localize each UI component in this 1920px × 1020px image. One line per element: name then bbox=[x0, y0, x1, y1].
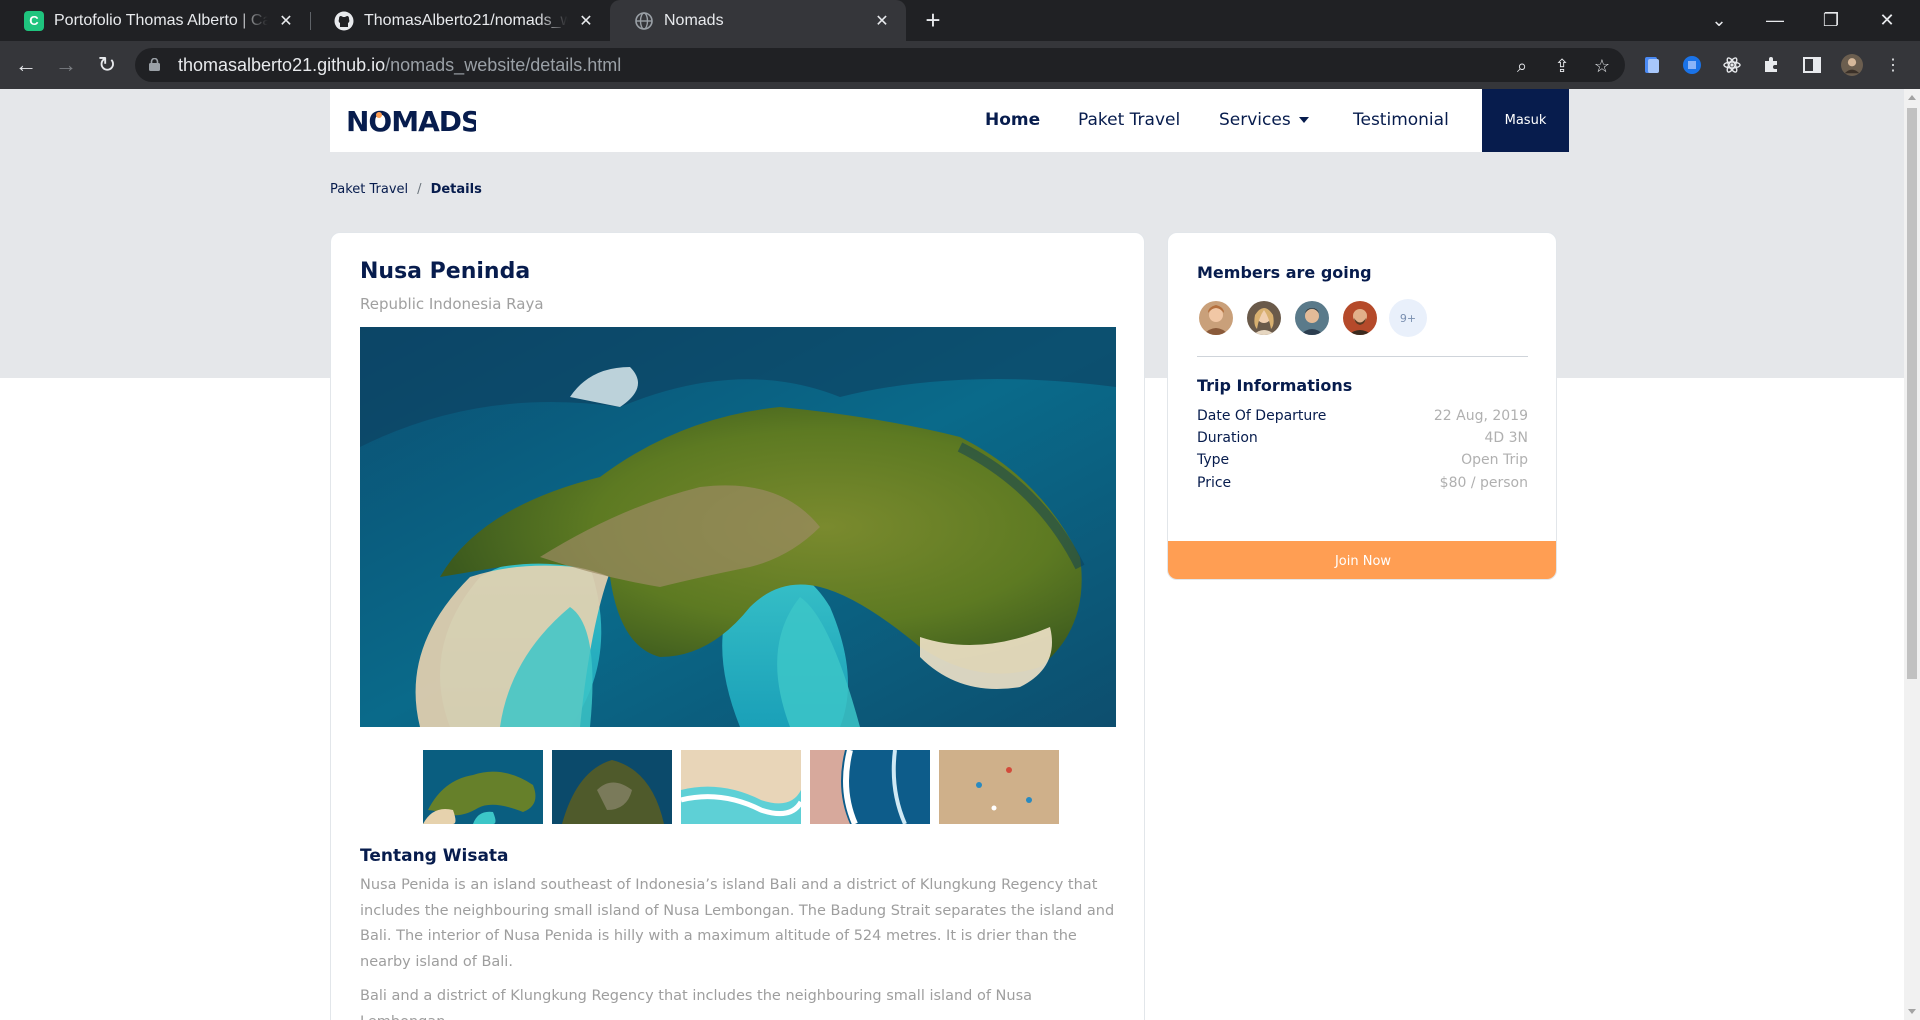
about-paragraph-2: Bali and a district of Klungkung Regency… bbox=[360, 988, 1033, 1020]
nav-services-label: Services bbox=[1219, 110, 1291, 130]
tab-title: Nomads bbox=[664, 11, 724, 29]
browser-tab-nomads[interactable]: Nomads ✕ bbox=[610, 0, 906, 41]
back-icon[interactable]: ← bbox=[12, 51, 40, 79]
breadcrumb: Paket Travel / Details bbox=[330, 182, 482, 197]
divider bbox=[1197, 356, 1528, 357]
address-bar[interactable]: thomasalberto21.github.io/nomads_website… bbox=[135, 48, 1625, 82]
trip-label: Type bbox=[1197, 452, 1230, 468]
nomads-logo[interactable]: NOMADS bbox=[346, 105, 476, 137]
tab-title: ThomasAlberto21/nomads_website bbox=[364, 11, 568, 29]
avatar bbox=[1341, 299, 1379, 337]
new-tab-icon[interactable]: + bbox=[920, 7, 946, 34]
member-avatars: 9+ bbox=[1197, 299, 1427, 337]
gallery-thumb-5[interactable] bbox=[939, 750, 1068, 824]
breadcrumb-separator: / bbox=[417, 182, 422, 197]
browser-toolbar: ← → ↻ thomasalberto21.github.io/nomads_w… bbox=[0, 41, 1920, 89]
trip-row-duration: Duration 4D 3N bbox=[1197, 430, 1528, 452]
github-icon bbox=[334, 11, 354, 31]
globe-icon bbox=[634, 11, 654, 31]
trip-row-price: Price $80 / person bbox=[1197, 475, 1528, 497]
place-subtitle: Republic Indonesia Raya bbox=[360, 295, 544, 313]
breadcrumb-current: Details bbox=[430, 182, 482, 197]
nav-home[interactable]: Home bbox=[985, 110, 1040, 130]
extension-docs-icon[interactable] bbox=[1641, 54, 1663, 76]
trip-card: Members are going 9+ Trip Informations D… bbox=[1167, 232, 1557, 580]
page-viewport: NOMADS Home Paket Travel Services Testim… bbox=[0, 89, 1904, 1020]
gallery-thumbnails bbox=[423, 750, 1068, 824]
tab-search-icon[interactable]: ⌄ bbox=[1691, 0, 1747, 41]
extension-react-icon[interactable] bbox=[1721, 54, 1743, 76]
trip-row-type: Type Open Trip bbox=[1197, 452, 1528, 474]
trip-label: Price bbox=[1197, 475, 1232, 491]
browser-tab-portfolio[interactable]: C Portofolio Thomas Alberto | Cake ✕ bbox=[0, 0, 310, 41]
gallery-thumb-4[interactable] bbox=[810, 750, 939, 824]
trip-info-title: Trip Informations bbox=[1197, 376, 1353, 395]
avatar bbox=[1197, 299, 1235, 337]
trip-value: Open Trip bbox=[1461, 452, 1528, 468]
browser-tab-github[interactable]: ThomasAlberto21/nomads_website ✕ bbox=[310, 0, 610, 41]
restore-icon[interactable]: ❐ bbox=[1803, 0, 1859, 41]
about-title: Tentang Wisata bbox=[360, 846, 509, 866]
extension-translate-icon[interactable] bbox=[1681, 54, 1703, 76]
scroll-down-icon[interactable] bbox=[1908, 1009, 1916, 1014]
trip-value: 22 Aug, 2019 bbox=[1433, 408, 1528, 424]
url-host: thomasalberto21.github.io bbox=[178, 55, 386, 75]
caret-down-icon bbox=[1298, 117, 1309, 123]
site-navbar: NOMADS Home Paket Travel Services Testim… bbox=[330, 89, 1569, 152]
side-panel-icon[interactable] bbox=[1801, 54, 1823, 76]
hero-image bbox=[360, 327, 1116, 727]
tab-title: Portofolio Thomas Alberto | Cake bbox=[54, 11, 268, 29]
minimize-icon[interactable]: — bbox=[1747, 0, 1803, 41]
share-icon[interactable]: ⇪ bbox=[1551, 55, 1573, 77]
url-text: thomasalberto21.github.io/nomads_website… bbox=[178, 55, 621, 76]
join-now-button[interactable]: Join Now bbox=[1168, 541, 1556, 579]
login-button[interactable]: Masuk bbox=[1482, 89, 1569, 152]
profile-avatar-icon[interactable] bbox=[1841, 54, 1863, 76]
trip-label: Duration bbox=[1197, 430, 1258, 446]
about-paragraph-1: Nusa Penida is an island southeast of In… bbox=[360, 877, 1115, 970]
place-title: Nusa Peninda bbox=[360, 259, 531, 284]
forward-icon[interactable]: → bbox=[52, 51, 80, 79]
avatar bbox=[1245, 299, 1283, 337]
bookmark-star-icon[interactable]: ☆ bbox=[1591, 55, 1613, 77]
avatar bbox=[1293, 299, 1331, 337]
nav-paket-travel[interactable]: Paket Travel bbox=[1078, 110, 1180, 130]
lock-icon bbox=[149, 58, 160, 71]
nav-testimonial[interactable]: Testimonial bbox=[1353, 110, 1449, 130]
members-title: Members are going bbox=[1197, 263, 1372, 282]
window-close-icon[interactable]: ✕ bbox=[1859, 0, 1915, 41]
gallery-thumb-3[interactable] bbox=[681, 750, 810, 824]
scrollbar-thumb[interactable] bbox=[1907, 108, 1917, 679]
close-icon[interactable]: ✕ bbox=[576, 11, 596, 31]
browser-tab-strip: C Portofolio Thomas Alberto | Cake ✕ Tho… bbox=[0, 0, 1920, 41]
reload-icon[interactable]: ↻ bbox=[93, 51, 121, 79]
close-icon[interactable]: ✕ bbox=[872, 11, 892, 31]
trip-value: $80 / person bbox=[1439, 475, 1528, 491]
gallery-thumb-2[interactable] bbox=[552, 750, 681, 824]
url-path: /nomads_website/details.html bbox=[385, 55, 622, 75]
trip-row-departure: Date Of Departure 22 Aug, 2019 bbox=[1197, 408, 1528, 430]
logo-text: NOMADS bbox=[346, 105, 476, 137]
trip-label: Date Of Departure bbox=[1197, 408, 1327, 424]
details-card: Nusa Peninda Republic Indonesia Raya Ten… bbox=[330, 232, 1145, 1020]
nav-services-dropdown[interactable]: Services bbox=[1219, 110, 1309, 130]
breadcrumb-link-paket[interactable]: Paket Travel bbox=[330, 182, 408, 197]
canva-icon: C bbox=[24, 10, 44, 31]
trip-value: 4D 3N bbox=[1484, 430, 1528, 446]
extensions-puzzle-icon[interactable] bbox=[1761, 54, 1783, 76]
zoom-icon[interactable]: ⌕ bbox=[1511, 55, 1533, 77]
browser-menu-icon[interactable]: ⋮ bbox=[1885, 54, 1901, 76]
close-icon[interactable]: ✕ bbox=[276, 11, 296, 31]
page-scrollbar[interactable] bbox=[1904, 89, 1920, 1020]
scroll-up-icon[interactable] bbox=[1908, 95, 1916, 100]
gallery-thumb-1[interactable] bbox=[423, 750, 552, 824]
more-members-badge: 9+ bbox=[1389, 299, 1427, 337]
